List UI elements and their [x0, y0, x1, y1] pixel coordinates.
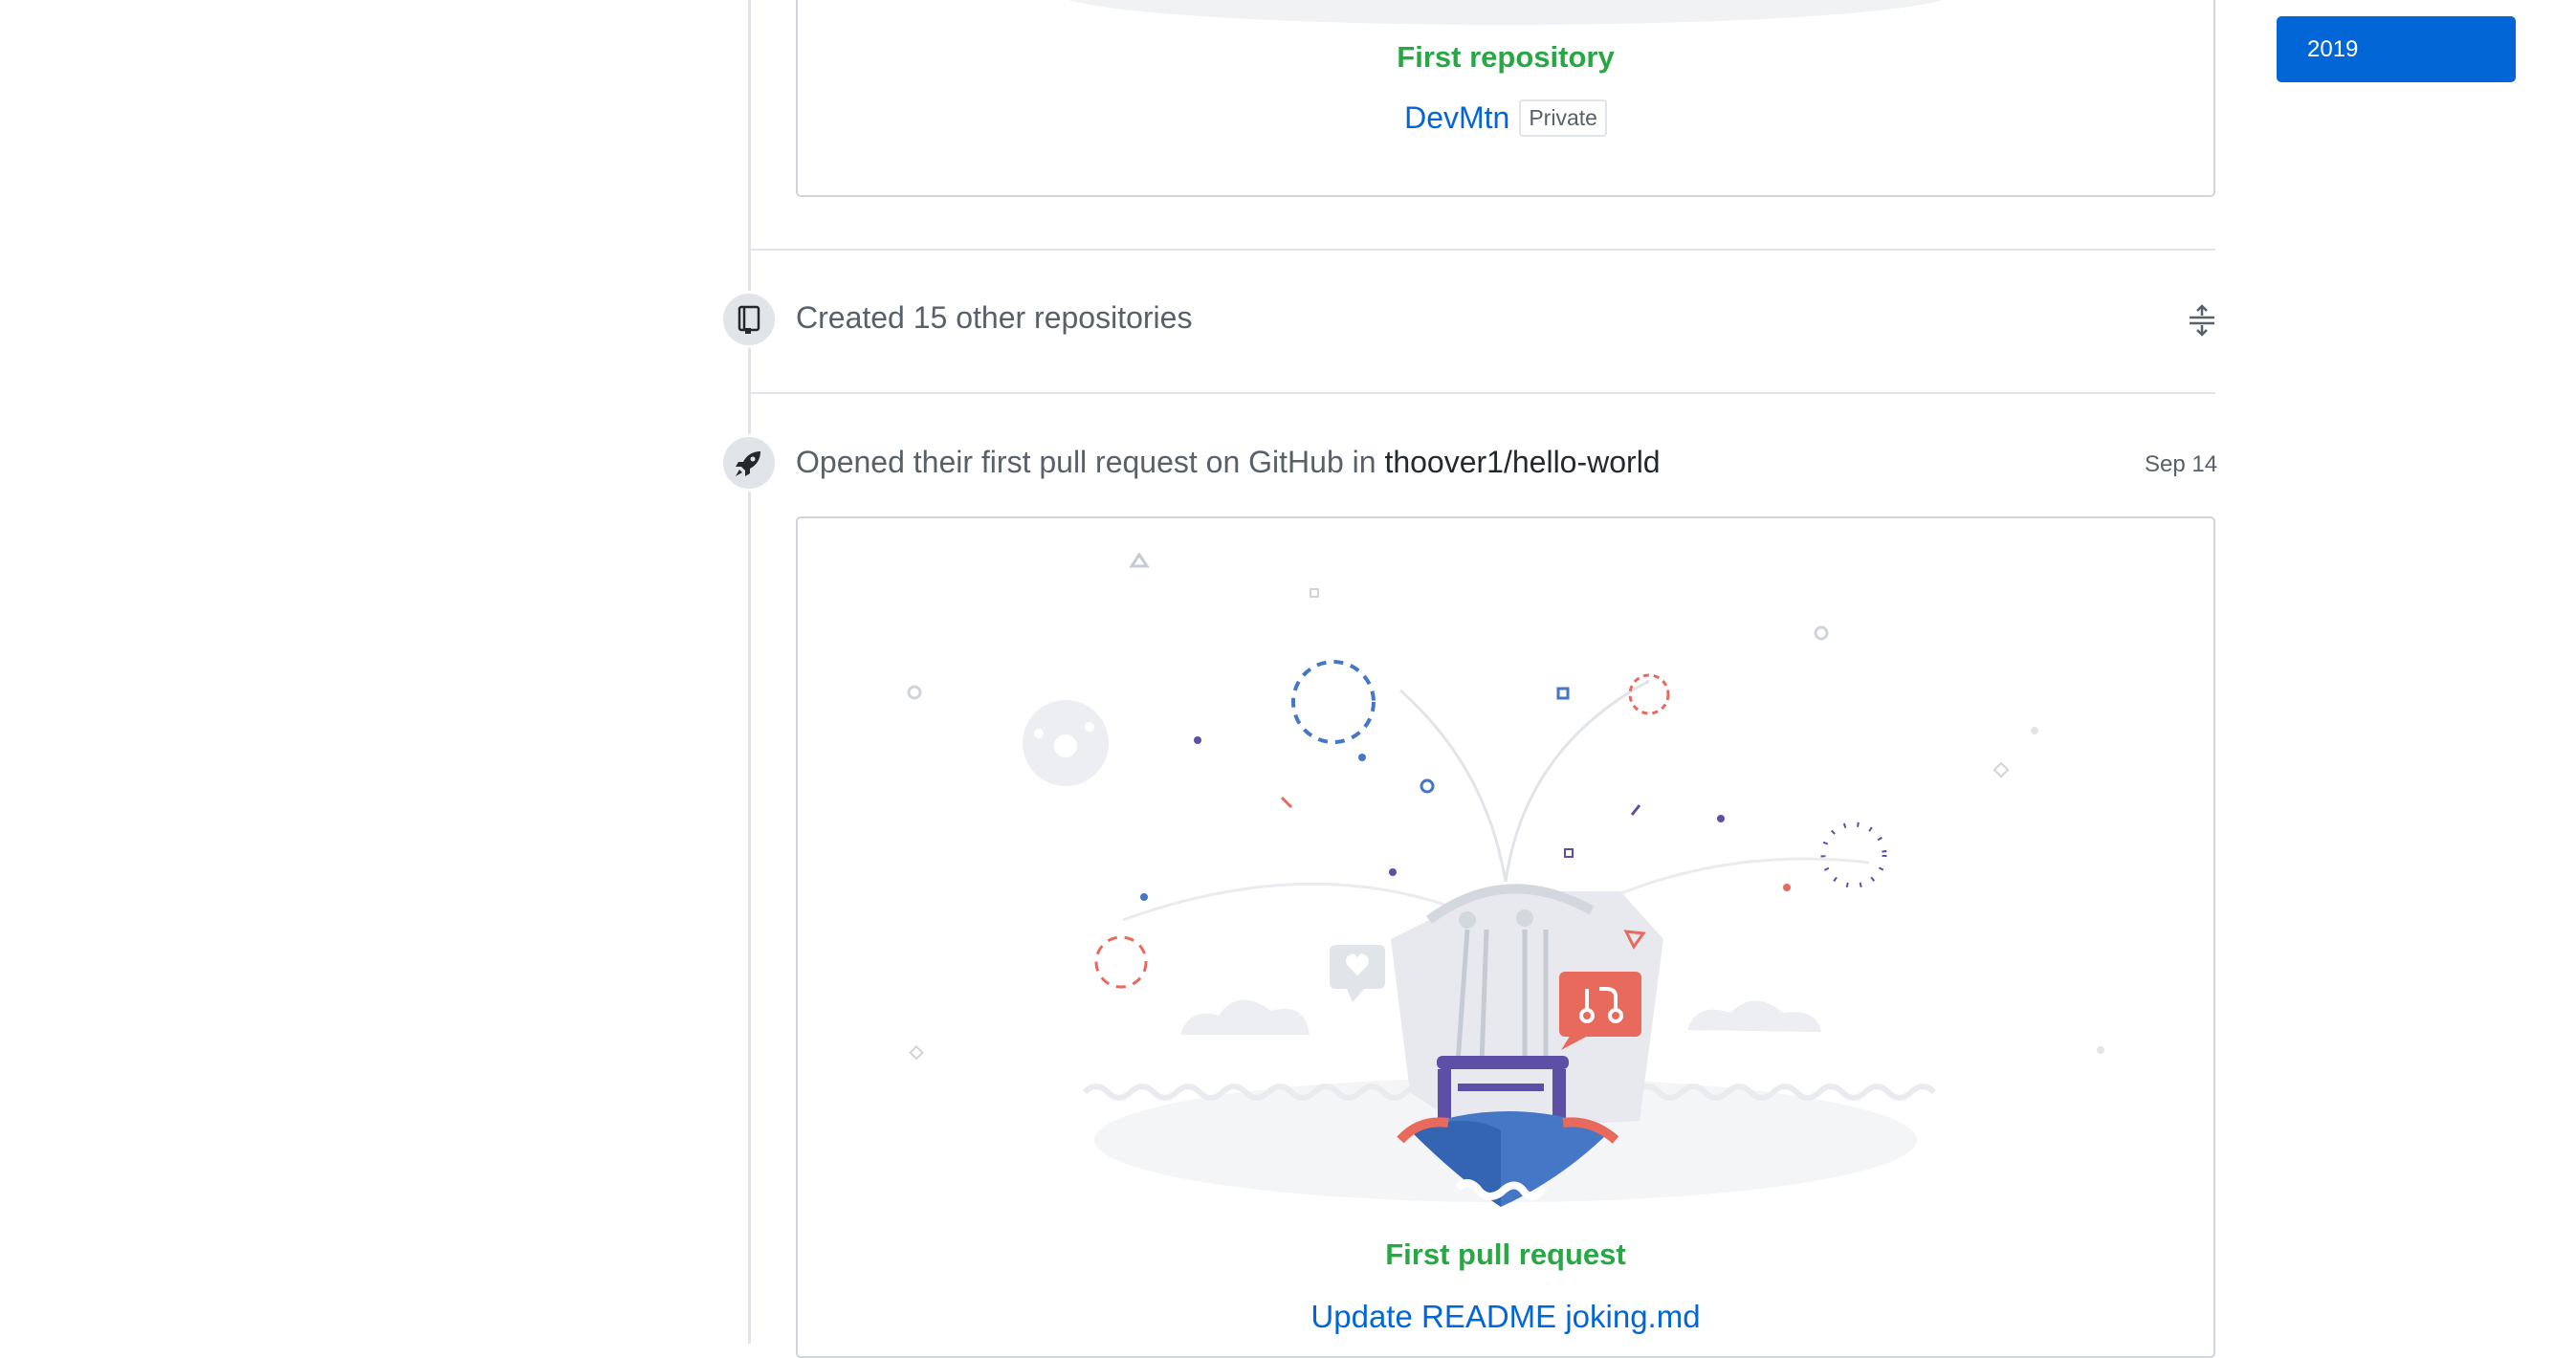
repo-link-devmtn[interactable]: DevMtn: [1404, 100, 1509, 136]
private-badge: Private: [1519, 99, 1607, 137]
first-pull-request-title: First pull request: [1385, 1238, 1626, 1271]
first-repository-title: First repository: [1397, 40, 1615, 74]
year-2019-button[interactable]: 2019: [2277, 16, 2516, 82]
first-repository-row: DevMtn Private: [798, 99, 2213, 137]
created-repositories-text[interactable]: Created 15 other repositories: [796, 300, 1192, 336]
repo-link-hello-world[interactable]: thoover1/hello-world: [1384, 445, 1660, 479]
pr-event-prefix: Opened their first pull request on GitHu…: [796, 445, 1385, 479]
rocket-icon: [720, 434, 778, 492]
first-repository-card: First repository DevMtn Private: [796, 0, 2215, 197]
first-pull-request-illustration: [907, 552, 2104, 1207]
event-date: Sep 14: [2145, 451, 2218, 477]
illustration-shadow: [1068, 0, 1943, 25]
pull-request-link[interactable]: Update README joking.md: [798, 1299, 2213, 1335]
repo-icon: [720, 291, 778, 348]
first-pull-request-card: First pull request Update README joking.…: [796, 516, 2215, 1358]
timeline-divider: [748, 249, 2215, 251]
first-pull-request-event: Opened their first pull request on GitHu…: [796, 445, 1661, 480]
timeline-divider: [748, 392, 2215, 394]
fold-icon[interactable]: [2187, 304, 2217, 341]
timeline-line: [748, 0, 751, 1344]
